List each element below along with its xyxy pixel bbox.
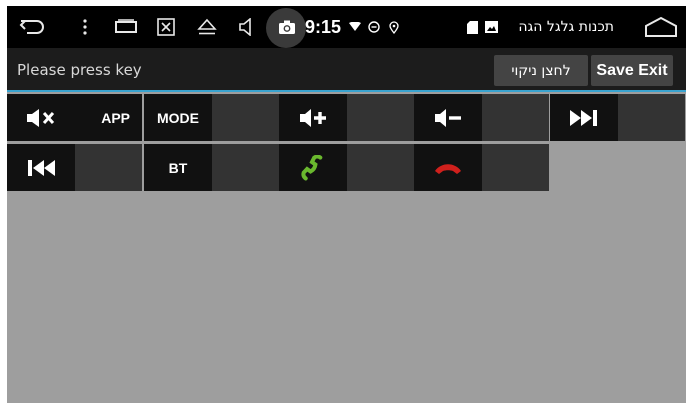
key-slot [347, 94, 414, 141]
previous-track-icon [7, 144, 75, 191]
key-bt[interactable]: BT [144, 144, 279, 191]
app-window: 9:15 תכנות גלגל הגה Please press key לחצ… [7, 6, 686, 403]
key-app-label: APP [75, 94, 142, 141]
location-icon [387, 6, 401, 48]
key-slot [212, 144, 279, 191]
next-track-icon [550, 94, 618, 141]
key-bt-label: BT [144, 144, 212, 191]
home-icon[interactable] [641, 6, 681, 48]
screenshot-box-icon[interactable] [153, 6, 179, 48]
volume-icon[interactable] [233, 6, 259, 48]
eject-icon[interactable] [193, 6, 221, 48]
clear-button[interactable]: לחצן ניקוי [494, 55, 588, 86]
call-answer-icon [279, 144, 347, 191]
key-volume-down[interactable] [414, 94, 549, 141]
back-arrow-icon[interactable] [15, 6, 49, 48]
key-volume-up[interactable] [279, 94, 414, 141]
key-slot [618, 94, 685, 141]
key-slot [212, 94, 279, 141]
clock: 9:15 [305, 17, 342, 37]
notification-title: תכנות גלגל הגה [518, 19, 614, 35]
header-bar: Please press key לחצן ניקוי Save Exit [7, 48, 686, 92]
mute-icon [7, 94, 75, 141]
key-previous-track[interactable] [7, 144, 142, 191]
key-slot [482, 94, 549, 141]
key-call-answer[interactable] [279, 144, 414, 191]
camera-icon [275, 6, 299, 48]
save-exit-button[interactable]: Save Exit [591, 55, 673, 86]
volume-down-icon [414, 94, 482, 141]
sd-card-icon [465, 6, 479, 48]
key-call-end[interactable] [414, 144, 549, 191]
press-key-prompt: Please press key [17, 61, 142, 79]
wifi-icon [348, 6, 362, 48]
status-bar: 9:15 תכנות גלגל הגה [7, 6, 686, 48]
key-slot [347, 144, 414, 191]
image-icon [483, 6, 499, 48]
call-end-icon [414, 144, 482, 191]
key-app[interactable]: APP [75, 94, 142, 141]
dnd-icon [367, 6, 381, 48]
more-vert-icon[interactable] [75, 6, 95, 48]
key-mode-label: MODE [144, 94, 212, 141]
recents-icon[interactable] [111, 6, 141, 48]
key-slot [482, 144, 549, 191]
key-slot [75, 144, 142, 191]
volume-up-icon [279, 94, 347, 141]
key-mode[interactable]: MODE [144, 94, 279, 141]
key-next-track[interactable] [550, 94, 685, 141]
